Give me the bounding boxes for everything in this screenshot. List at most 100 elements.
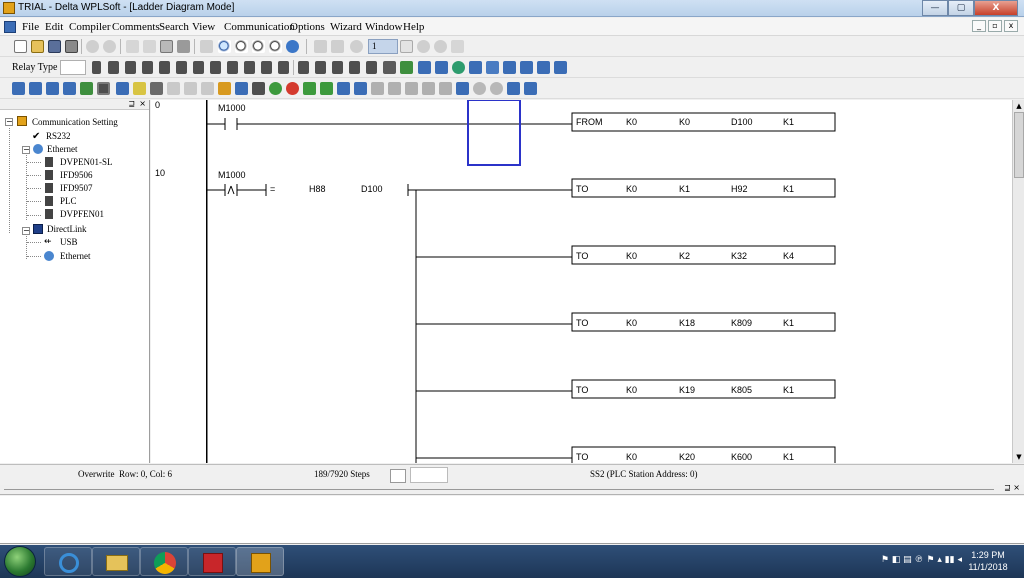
undo-icon[interactable] xyxy=(86,40,99,53)
compare-icon[interactable] xyxy=(337,82,350,95)
tree-item-dvpen01-sl[interactable]: DVPEN01-SL xyxy=(60,157,113,167)
print-icon[interactable] xyxy=(65,40,78,53)
scroll-up-arrow[interactable]: ▲ xyxy=(1013,100,1024,112)
list-icon[interactable] xyxy=(435,61,448,74)
scroll-thumb[interactable] xyxy=(1014,112,1024,178)
expand-communication-setting[interactable]: − xyxy=(5,118,13,126)
tree-item-plc[interactable]: PLC xyxy=(60,196,77,206)
block-icon[interactable] xyxy=(332,61,343,74)
tree-item-ethernet[interactable]: Ethernet xyxy=(47,144,78,154)
bars-icon[interactable] xyxy=(537,61,550,74)
contact-nc-icon[interactable] xyxy=(108,61,119,74)
upload-icon[interactable] xyxy=(320,82,333,95)
parallel-fall-icon[interactable] xyxy=(210,61,221,74)
mdi-minimize-button[interactable]: _ xyxy=(972,20,986,32)
menu-file[interactable]: File xyxy=(22,21,39,33)
offline-icon[interactable] xyxy=(286,82,299,95)
output-coil-icon[interactable] xyxy=(227,61,238,74)
diamond-icon[interactable] xyxy=(452,61,465,74)
network-icon[interactable] xyxy=(507,82,520,95)
menu-options[interactable]: Options xyxy=(290,21,325,33)
sfc-view-icon[interactable] xyxy=(46,82,59,95)
comm-view-icon[interactable] xyxy=(63,82,76,95)
view-c-icon[interactable] xyxy=(201,82,214,95)
paste-icon[interactable] xyxy=(160,40,173,53)
device-icon[interactable] xyxy=(503,61,516,74)
tree-item-usb[interactable]: USB xyxy=(60,237,78,247)
mdi-restore-button[interactable]: ▫ xyxy=(988,20,1002,32)
close-button[interactable]: X xyxy=(974,0,1018,16)
device-list-icon[interactable] xyxy=(235,82,248,95)
search-icon[interactable] xyxy=(473,82,486,95)
cursor-icon[interactable] xyxy=(200,40,213,53)
contact-no-icon[interactable] xyxy=(92,61,101,74)
ie-taskbar-icon[interactable] xyxy=(44,547,92,576)
chart-icon[interactable] xyxy=(418,61,431,74)
note-view-icon[interactable] xyxy=(133,82,146,95)
view-b-icon[interactable] xyxy=(184,82,197,95)
menu-view[interactable]: View xyxy=(192,21,215,33)
tool-b-icon[interactable] xyxy=(388,82,401,95)
relay-type-select[interactable] xyxy=(60,60,86,75)
scroll-down-arrow[interactable]: ▼ xyxy=(1013,451,1024,463)
tool-d-icon[interactable] xyxy=(422,82,435,95)
chrome-taskbar-icon[interactable] xyxy=(140,547,188,576)
redo-icon[interactable] xyxy=(103,40,116,53)
rising-edge-icon[interactable] xyxy=(125,61,136,74)
open-file-icon[interactable] xyxy=(31,40,44,53)
copy-icon[interactable] xyxy=(143,40,156,53)
panel-close-icon[interactable]: × xyxy=(139,99,146,108)
falling-edge-icon[interactable] xyxy=(142,61,153,74)
vertical-scrollbar[interactable]: ▲ ▼ xyxy=(1012,100,1024,463)
config-icon[interactable] xyxy=(252,82,265,95)
pin-icon[interactable]: ⊒ xyxy=(128,99,135,108)
tree-item-rs232[interactable]: RS232 xyxy=(46,131,71,141)
menu-comments[interactable]: Comments xyxy=(112,21,160,33)
tree-item-dvpfen01[interactable]: DVPFEN01 xyxy=(60,209,104,219)
delete-line-icon[interactable] xyxy=(298,61,309,74)
tool-e-icon[interactable] xyxy=(439,82,452,95)
tree-item-communication-setting[interactable]: Communication Setting xyxy=(32,117,118,127)
instruction-view-icon[interactable] xyxy=(29,82,42,95)
parallel-nc-icon[interactable] xyxy=(176,61,187,74)
zoom-out-icon[interactable] xyxy=(252,40,265,53)
ladder-view-icon[interactable] xyxy=(12,82,25,95)
cut-icon[interactable] xyxy=(126,40,139,53)
convert-icon[interactable] xyxy=(354,82,367,95)
screen-icon[interactable] xyxy=(456,82,469,95)
edit-icon[interactable] xyxy=(400,61,413,74)
wplsoft-taskbar-icon[interactable] xyxy=(236,547,284,576)
edit-mode-icon[interactable] xyxy=(80,82,93,95)
parallel-rise-icon[interactable] xyxy=(193,61,204,74)
menu-wizard[interactable]: Wizard xyxy=(330,21,362,33)
download-icon[interactable] xyxy=(303,82,316,95)
ladder-diagram[interactable]: 0 M1000 FROM K0 K0 D100 K1 10 M1000 = H8… xyxy=(151,100,1012,463)
mail-icon[interactable] xyxy=(486,61,499,74)
table-icon[interactable] xyxy=(469,61,482,74)
clock[interactable]: 1:29 PM 11/1/2018 xyxy=(966,549,1010,573)
parallel-contact-icon[interactable] xyxy=(159,61,170,74)
zoom-icon[interactable] xyxy=(218,40,231,53)
note-icon[interactable] xyxy=(366,61,377,74)
link-icon[interactable] xyxy=(524,82,537,95)
run-icon[interactable] xyxy=(417,40,430,53)
zoom-in-icon[interactable] xyxy=(235,40,248,53)
inverse-icon[interactable] xyxy=(315,61,326,74)
maximize-button[interactable]: ▢ xyxy=(948,0,974,16)
tool-a-icon[interactable] xyxy=(371,82,384,95)
online-icon[interactable] xyxy=(269,82,282,95)
system-tray[interactable]: ⚑ ◧ ▤ ℗ ⚑ ▴ ▮▮ ◂ xyxy=(881,555,962,565)
tree-item-directlink-ethernet[interactable]: Ethernet xyxy=(60,251,91,261)
help-icon[interactable] xyxy=(286,40,299,53)
zoom-fit-icon[interactable] xyxy=(269,40,282,53)
menu-search[interactable]: Search xyxy=(159,21,189,33)
pen-icon[interactable] xyxy=(150,82,163,95)
step-value-field[interactable]: 1 xyxy=(368,39,398,54)
spin-button[interactable] xyxy=(400,40,413,53)
settings-icon[interactable] xyxy=(451,40,464,53)
menu-communication[interactable]: Communication xyxy=(224,21,295,33)
lines-icon[interactable] xyxy=(349,61,360,74)
tree-item-directlink[interactable]: DirectLink xyxy=(47,224,87,234)
output-pin-icon[interactable]: ⊒ × xyxy=(1004,483,1020,492)
monitor-stop-icon[interactable] xyxy=(331,40,344,53)
